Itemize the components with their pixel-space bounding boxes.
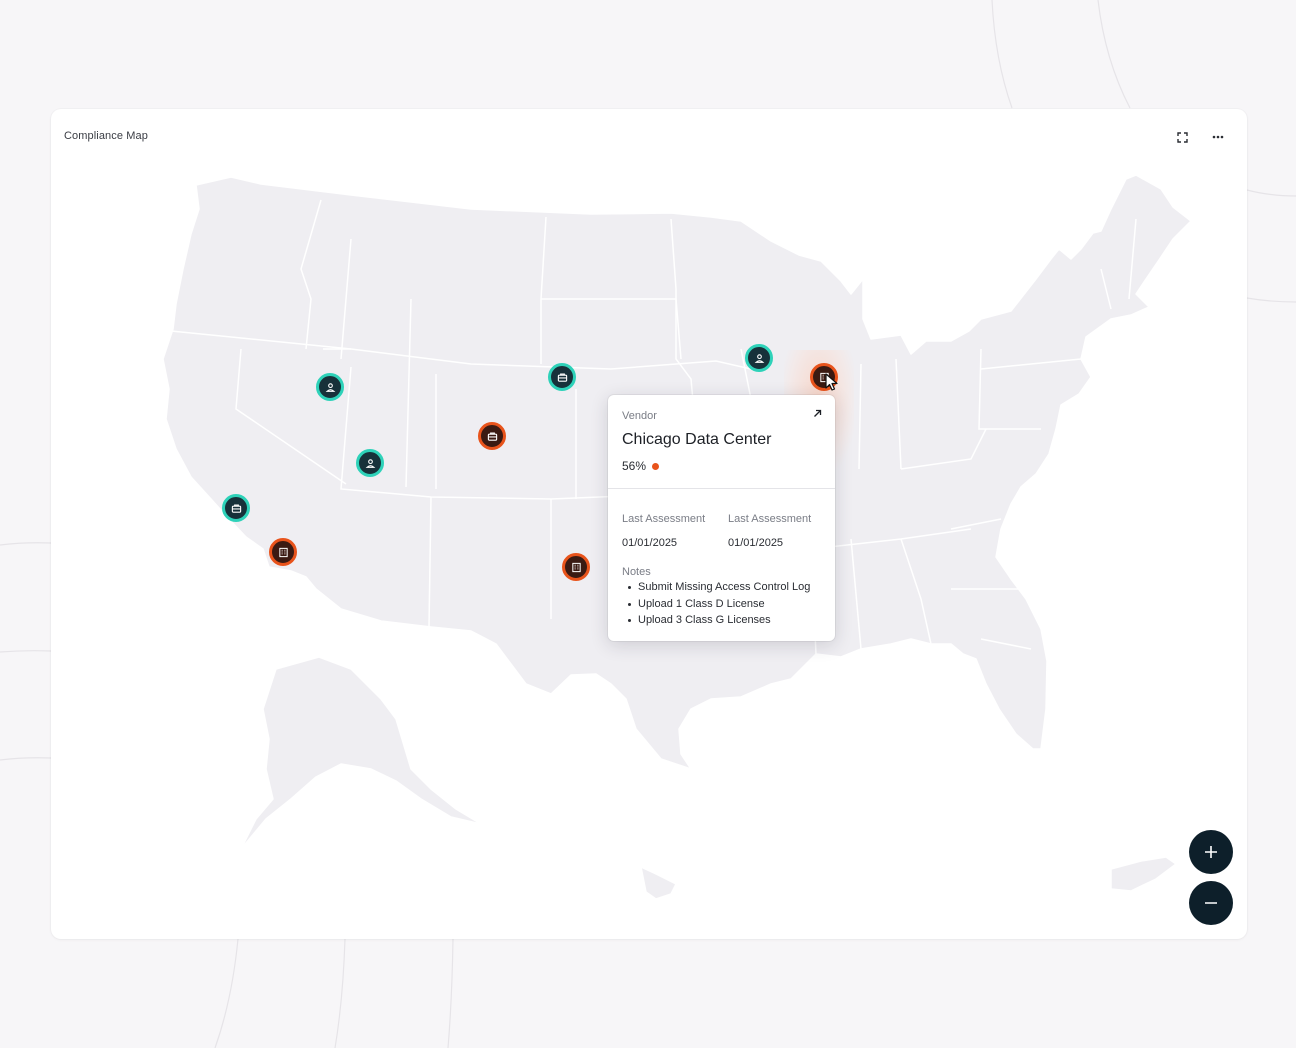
marker-briefcase[interactable]: [478, 422, 506, 450]
marker-building[interactable]: [810, 363, 838, 391]
marker-person[interactable]: [356, 449, 384, 477]
notes-label: Notes: [622, 566, 651, 578]
vendor-name: Chicago Data Center: [622, 431, 772, 448]
marker-briefcase[interactable]: [222, 494, 250, 522]
alaska-shape: [240, 656, 482, 850]
marker-building[interactable]: [562, 553, 590, 581]
compliance-map-card: Compliance Map Vendor Chicago Data Cente…: [51, 109, 1247, 939]
marker-building[interactable]: [269, 538, 297, 566]
marker-briefcase[interactable]: [548, 363, 576, 391]
divider: [608, 488, 835, 489]
score-value: 56%: [622, 459, 647, 473]
status-dot: [652, 462, 660, 470]
note-item: Upload 3 Class G Licenses: [622, 612, 810, 629]
marker-person[interactable]: [745, 344, 773, 372]
compliance-score: 56%: [622, 459, 660, 473]
note-item: Upload 1 Class D License: [622, 596, 810, 613]
vendor-tooltip: Vendor Chicago Data Center 56% Last Asse…: [608, 395, 835, 641]
last-assessment-date: 01/01/2025: [728, 537, 784, 549]
zoom-in-button[interactable]: [1189, 830, 1233, 874]
open-external-icon[interactable]: [809, 405, 825, 421]
plus-icon: [1205, 846, 1217, 858]
last-assessment-label: Last Assessment: [622, 513, 706, 525]
entity-type-label: Vendor: [622, 410, 657, 422]
hawaii-shape: [640, 866, 677, 900]
marker-person[interactable]: [316, 373, 344, 401]
minus-icon: [1205, 902, 1217, 904]
puerto-rico-shape: [1110, 856, 1177, 892]
last-assessment-date: 01/01/2025: [622, 537, 678, 549]
last-assessment-label: Last Assessment: [728, 513, 812, 525]
note-item: Submit Missing Access Control Log: [622, 579, 810, 596]
zoom-out-button[interactable]: [1189, 881, 1233, 925]
notes-list: Submit Missing Access Control Log Upload…: [622, 579, 810, 629]
